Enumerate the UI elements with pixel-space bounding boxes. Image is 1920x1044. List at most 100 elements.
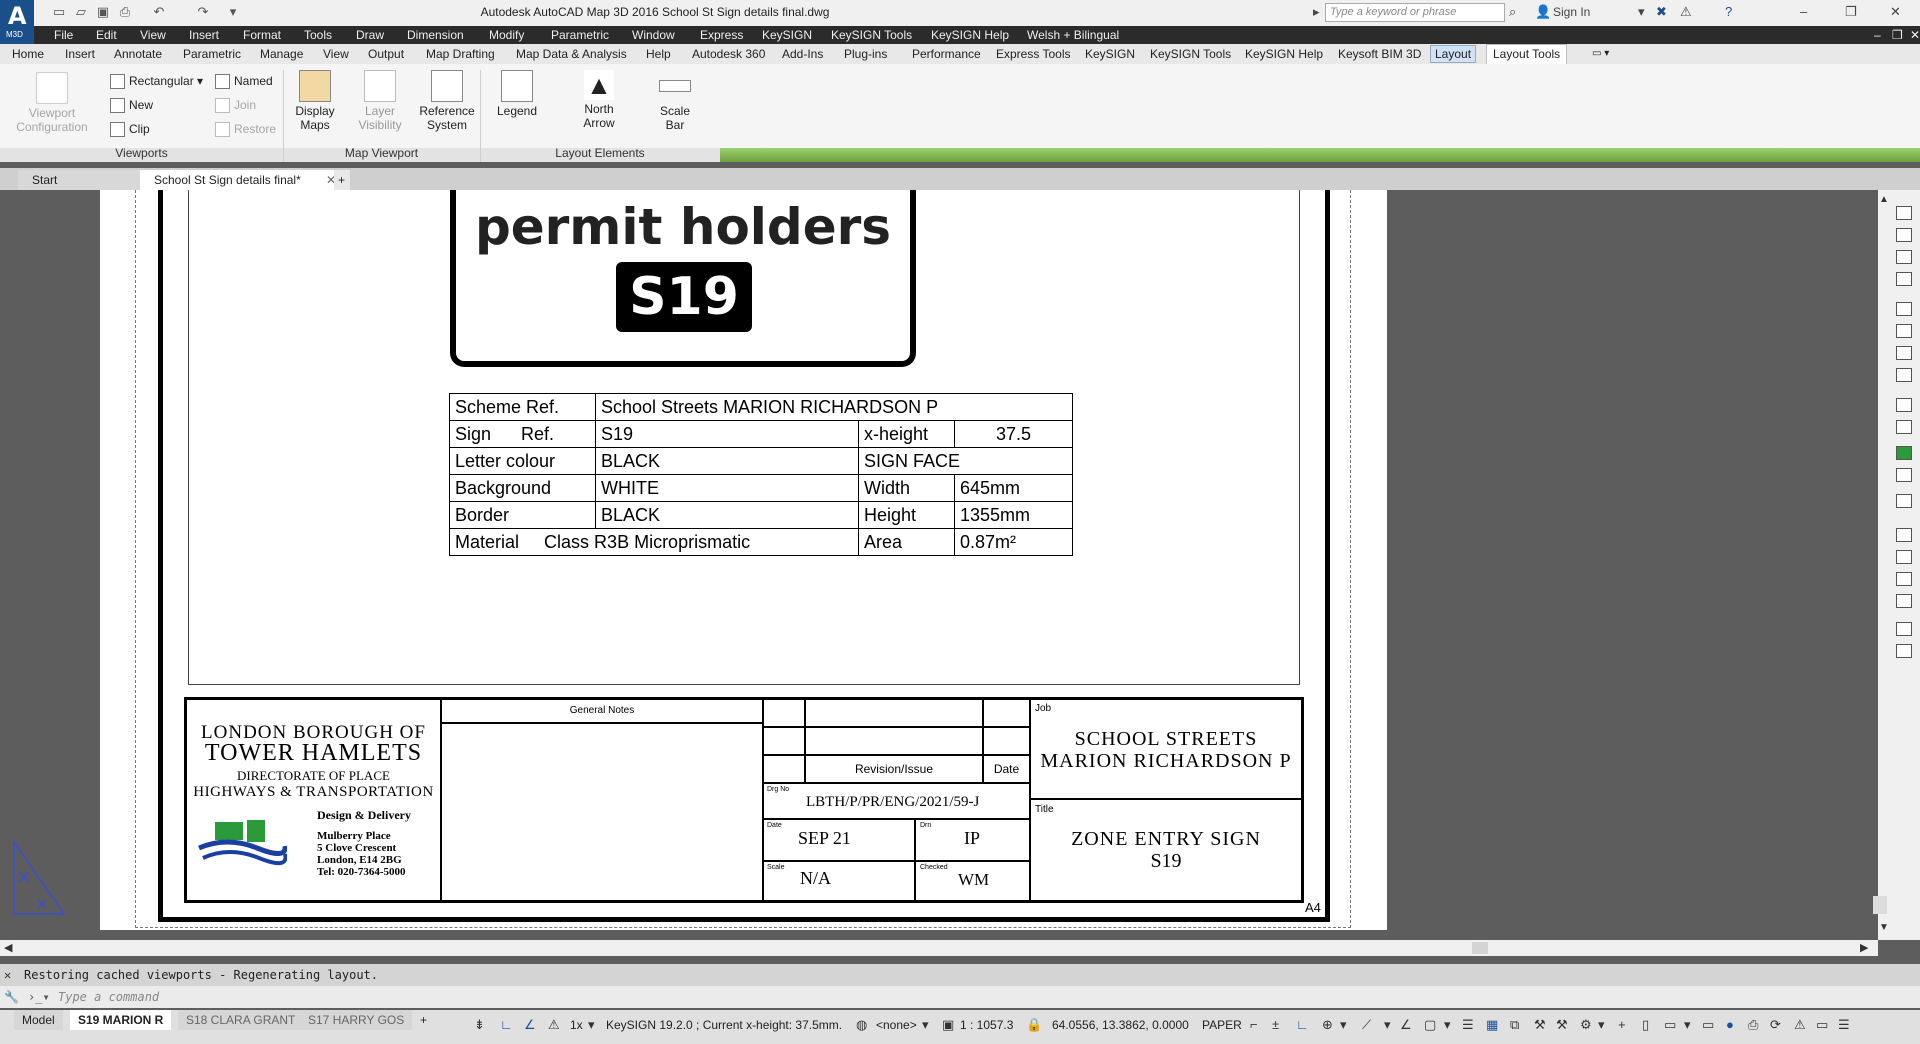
- layout-overflow-icon[interactable]: ⇟: [474, 1017, 485, 1033]
- tab-keysign-tools[interactable]: KeySIGN Tools: [1150, 47, 1231, 61]
- ortho-mode-icon[interactable]: ∟: [1296, 1017, 1309, 1032]
- stack-tool-icon[interactable]: [1896, 644, 1912, 658]
- dropdown-icon[interactable]: ▾: [922, 1017, 929, 1033]
- menu-draw[interactable]: Draw: [356, 28, 384, 42]
- menu-format[interactable]: Format: [243, 28, 281, 42]
- command-prompt-icon[interactable]: ›_▾: [28, 986, 50, 1008]
- space-tool-icon[interactable]: [1896, 398, 1912, 412]
- menu-insert[interactable]: Insert: [189, 28, 219, 42]
- object-snap-tracking-icon[interactable]: ∠: [1400, 1017, 1412, 1033]
- snap-mode-icon[interactable]: ⌐: [1250, 1017, 1258, 1032]
- tab-layout[interactable]: Layout: [1430, 45, 1477, 63]
- distribute-tool-icon[interactable]: [1896, 368, 1912, 382]
- lineweight-icon[interactable]: ☰: [1462, 1017, 1474, 1033]
- add-layout-button[interactable]: +: [412, 1010, 435, 1030]
- stack-tool-icon[interactable]: [1896, 528, 1912, 542]
- display-maps-button[interactable]: Display Maps: [290, 70, 340, 132]
- tab-map-data-analysis[interactable]: Map Data & Analysis: [516, 47, 627, 61]
- stack-tool-icon[interactable]: [1896, 594, 1912, 608]
- warning-icon[interactable]: ⚠: [1794, 1017, 1806, 1033]
- menu-parametric[interactable]: Parametric: [551, 28, 609, 42]
- align-tool-icon[interactable]: [1896, 228, 1912, 242]
- layer-visibility-button[interactable]: Layer Visibility: [352, 70, 408, 132]
- drawing-canvas[interactable]: permit holders S19 Scheme Ref. School St…: [0, 190, 1878, 940]
- printer-icon[interactable]: ⎙: [1748, 1017, 1758, 1033]
- menu-view[interactable]: View: [140, 28, 166, 42]
- dropdown-icon[interactable]: ▾: [588, 1017, 595, 1033]
- tab-parametric[interactable]: Parametric: [183, 47, 241, 61]
- scroll-right-arrow-icon[interactable]: ▶: [1860, 941, 1868, 954]
- tab-keysign[interactable]: KeySIGN: [1085, 47, 1135, 61]
- scale-bar-button[interactable]: Scale Bar: [650, 70, 700, 132]
- workspace-gear-icon[interactable]: ⚙: [1580, 1017, 1592, 1033]
- menu-keysign-help[interactable]: KeySIGN Help: [931, 28, 1009, 42]
- lock-icon[interactable]: 🔒: [1026, 1017, 1042, 1033]
- tab-start[interactable]: Start: [18, 170, 156, 190]
- monitor-icon[interactable]: ▭: [1664, 1017, 1676, 1033]
- annotation-scale-value[interactable]: 1x: [570, 1018, 583, 1032]
- tab-drawing-file[interactable]: School St Sign details final* ✕: [140, 170, 344, 190]
- ortho-icon[interactable]: ∟: [500, 1017, 513, 1032]
- tab-layout-tools[interactable]: Layout Tools: [1486, 44, 1568, 65]
- close-command-line-icon[interactable]: ✕: [4, 964, 11, 986]
- minimize-window-icon[interactable]: –: [1800, 4, 1807, 19]
- menu-edit[interactable]: Edit: [96, 28, 117, 42]
- tab-help[interactable]: Help: [646, 47, 671, 61]
- tab-manage[interactable]: Manage: [260, 47, 303, 61]
- layout-tab-s18[interactable]: S18 CLARA GRANT: [178, 1010, 304, 1030]
- binoculars-icon[interactable]: ⌕: [1509, 4, 1516, 20]
- layout-tab-model[interactable]: Model: [14, 1010, 63, 1030]
- tab-home[interactable]: Home: [12, 47, 44, 61]
- align-tool-icon[interactable]: [1896, 272, 1912, 286]
- menu-keysign-tools[interactable]: KeySIGN Tools: [831, 28, 912, 42]
- quick-properties-icon[interactable]: ▭: [1702, 1017, 1714, 1033]
- sync-icon[interactable]: ⟳: [1770, 1017, 1781, 1033]
- align-tool-icon[interactable]: [1896, 206, 1912, 220]
- menu-express[interactable]: Express: [700, 28, 743, 42]
- clean-screen-icon[interactable]: ▭: [1816, 1017, 1828, 1033]
- globe-icon[interactable]: ◍: [856, 1017, 867, 1033]
- tab-performance[interactable]: Performance: [912, 47, 981, 61]
- tab-map-drafting[interactable]: Map Drafting: [426, 47, 495, 61]
- menu-file[interactable]: File: [54, 28, 73, 42]
- stay-connected-icon[interactable]: ⚠: [1680, 4, 1692, 20]
- scroll-down-arrow-icon[interactable]: ▼: [1879, 922, 1889, 933]
- reference-system-button[interactable]: Reference System: [418, 70, 476, 132]
- dropdown-icon[interactable]: ▾: [1340, 1017, 1347, 1033]
- dropdown-icon[interactable]: ▾: [1384, 1017, 1391, 1033]
- selection-cycling-icon[interactable]: ⧉: [1510, 1017, 1519, 1033]
- horizontal-scrollbar[interactable]: [0, 940, 1878, 956]
- polar-icon[interactable]: ∠: [524, 1017, 536, 1033]
- tab-output[interactable]: Output: [368, 47, 404, 61]
- annotation-scale-icon[interactable]: ⚠: [548, 1017, 560, 1033]
- green-tool-icon[interactable]: [1896, 446, 1912, 460]
- grid-mode-icon[interactable]: ±: [1272, 1017, 1279, 1032]
- tab-insert[interactable]: Insert: [65, 47, 95, 61]
- isolate-objects-icon[interactable]: ▯: [1642, 1017, 1649, 1033]
- restore-window-icon[interactable]: ❐: [1845, 4, 1857, 20]
- stack-tool-icon[interactable]: [1896, 572, 1912, 586]
- transparency-icon[interactable]: ▦: [1486, 1017, 1498, 1033]
- viewport-scale-value[interactable]: 1 : 1057.3: [960, 1018, 1013, 1032]
- layout-tab-s17[interactable]: S17 HARRY GOS: [300, 1010, 413, 1030]
- exchange-apps-icon[interactable]: ✖: [1656, 4, 1667, 20]
- new-viewport-button[interactable]: New: [110, 98, 153, 114]
- viewport-configuration-button[interactable]: Viewport Configuration: [12, 72, 92, 134]
- doc-minimize-icon[interactable]: –: [1874, 28, 1881, 42]
- space-tool-icon[interactable]: [1896, 420, 1912, 434]
- new-tab-button[interactable]: +: [334, 170, 350, 190]
- horizontal-scroll-thumb[interactable]: [1472, 942, 1488, 954]
- hardware-acceleration-icon[interactable]: ●: [1726, 1017, 1734, 1032]
- menu-modify[interactable]: Modify: [489, 28, 524, 42]
- doc-restore-icon[interactable]: ❐: [1892, 28, 1903, 42]
- stack-tool-icon[interactable]: [1896, 622, 1912, 636]
- expand-arrow-icon[interactable]: ▸: [1313, 4, 1320, 20]
- tab-autodesk-360[interactable]: Autodesk 360: [692, 47, 765, 61]
- add-icon[interactable]: +: [1618, 1017, 1626, 1032]
- doc-close-icon[interactable]: ✕: [1910, 28, 1920, 42]
- north-arrow-button[interactable]: ▲ North Arrow: [574, 70, 624, 130]
- sign-in-button[interactable]: Sign In: [1553, 5, 1590, 19]
- dropdown-icon[interactable]: ▾: [1684, 1017, 1691, 1033]
- tab-plug-ins[interactable]: Plug-ins: [844, 47, 887, 61]
- annotation-visibility-icon[interactable]: ⚒: [1534, 1017, 1546, 1033]
